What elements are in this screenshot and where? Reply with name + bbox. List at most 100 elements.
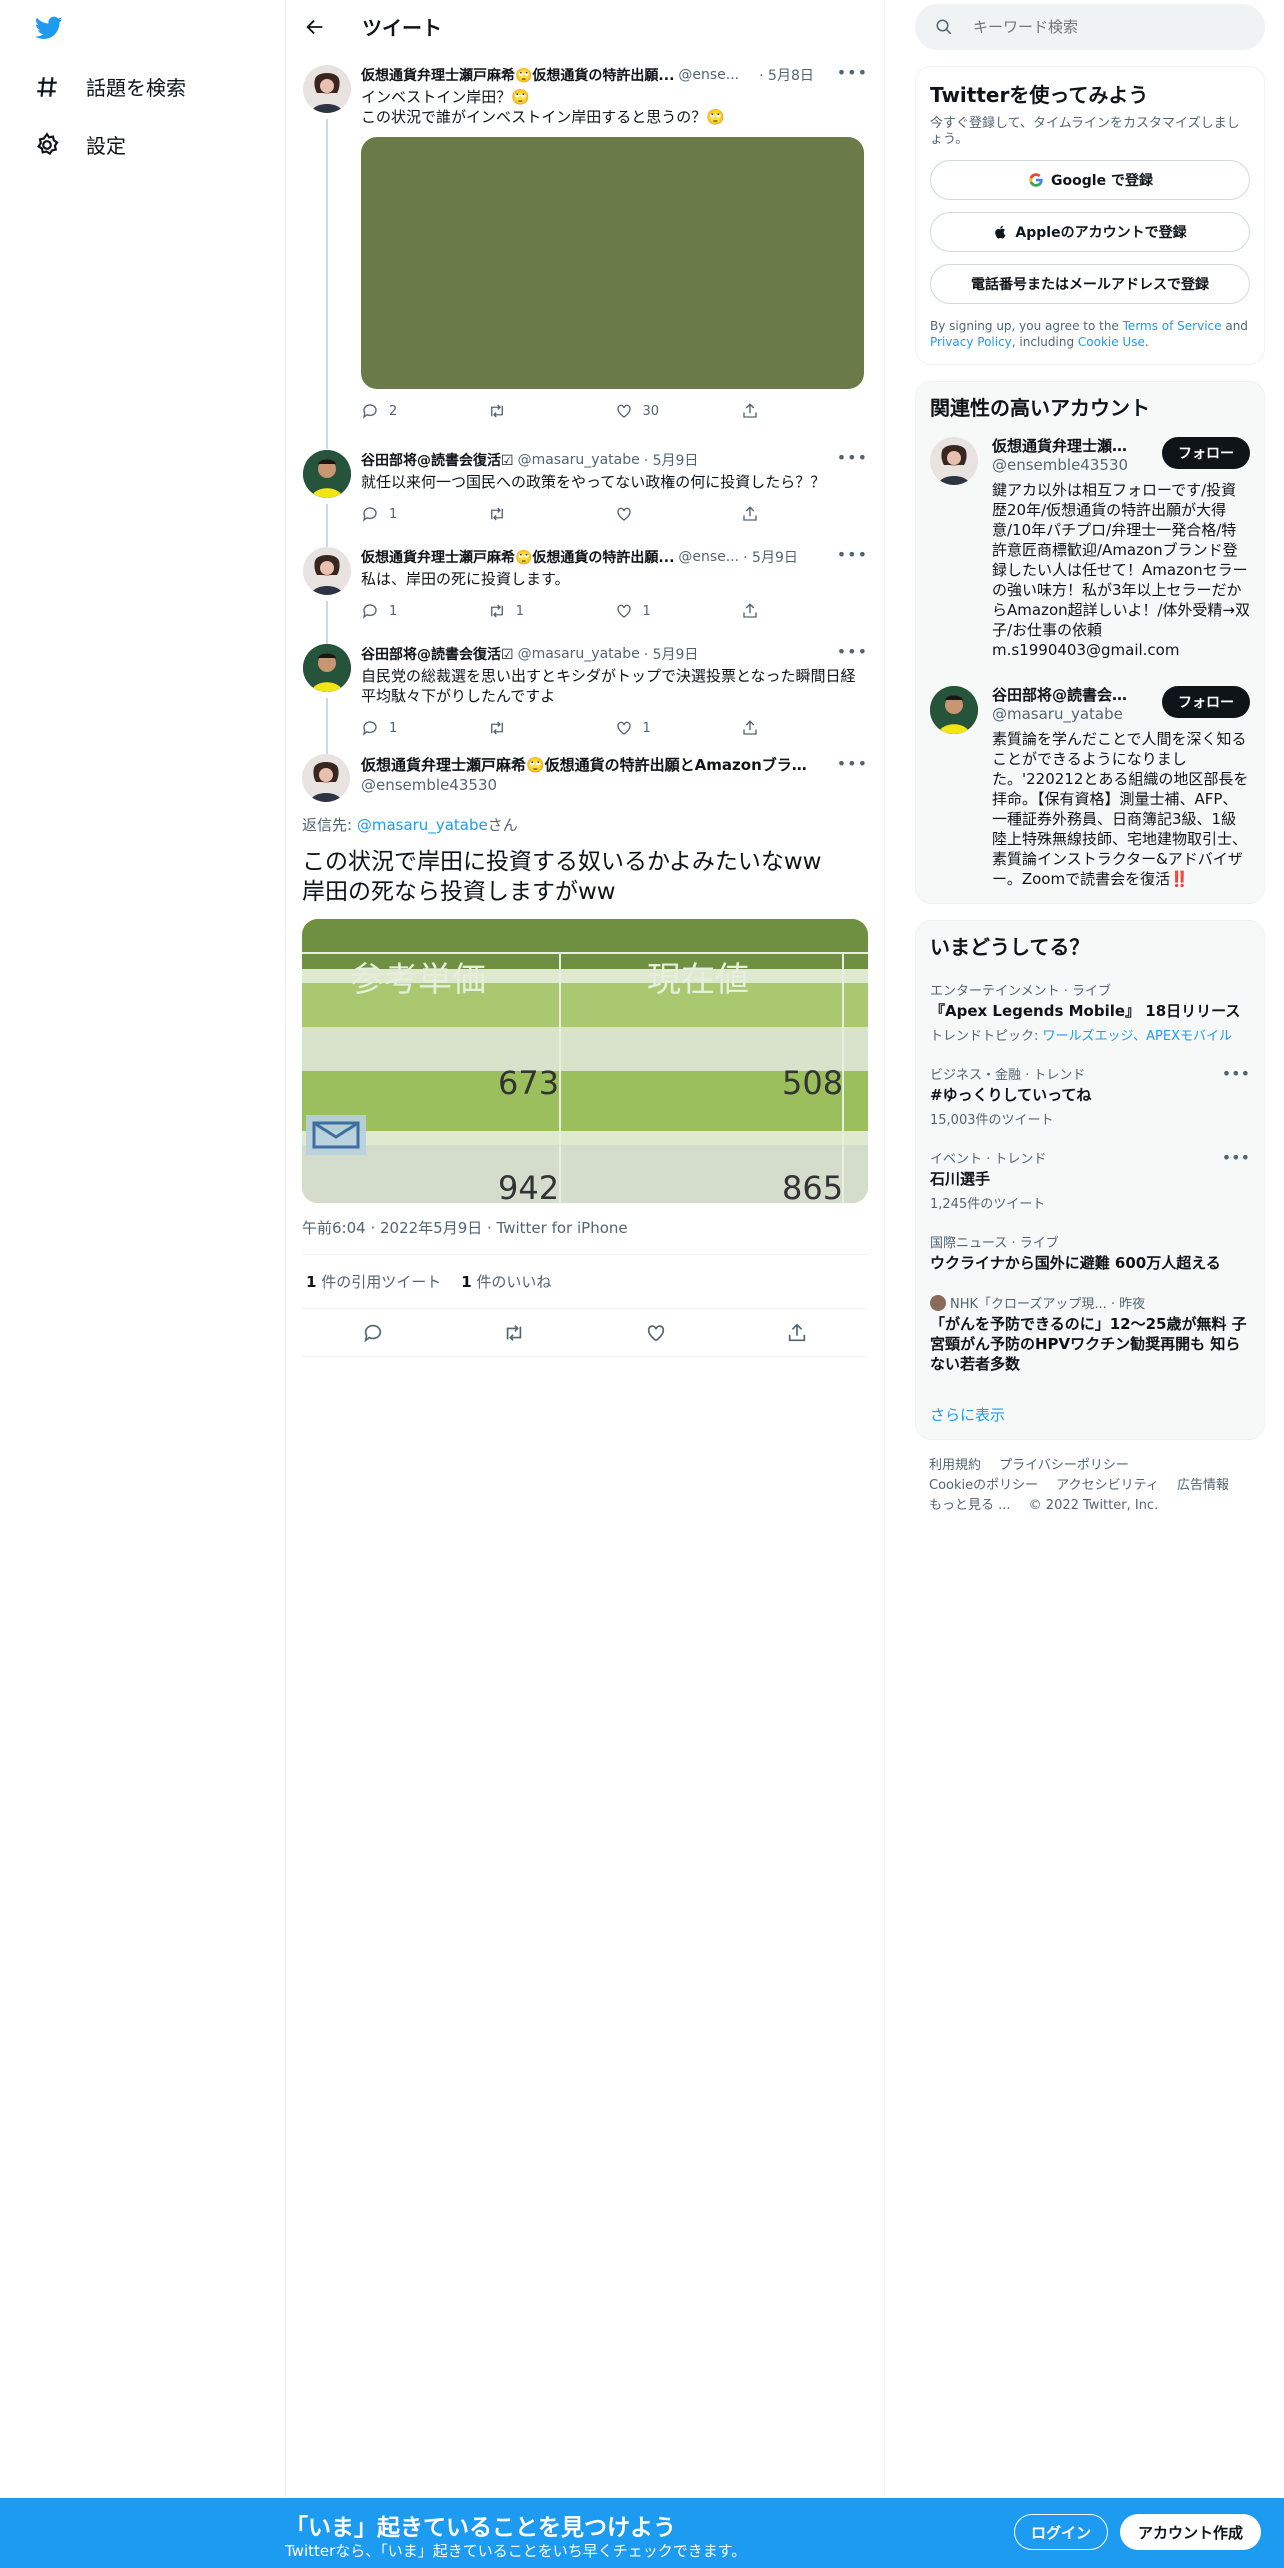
- avatar[interactable]: [302, 754, 350, 802]
- tweet-author-name[interactable]: 谷田部将@読書会復活☑: [361, 450, 514, 470]
- more-icon[interactable]: •••: [1222, 1148, 1250, 1167]
- footer-link[interactable]: Cookieのポリシー: [929, 1478, 1038, 1493]
- avatar[interactable]: [930, 437, 978, 485]
- tweet-actions: 1 1: [361, 712, 868, 744]
- reply-icon[interactable]: [362, 1322, 384, 1344]
- more-icon[interactable]: •••: [837, 754, 868, 773]
- thread-tweet[interactable]: 谷田部将@読書会復活☑ @masaru_yatabe · 5月9日 ••• 就任…: [286, 438, 884, 547]
- search-input[interactable]: [973, 18, 1223, 36]
- footer-link[interactable]: アクセシビリティ: [1056, 1478, 1159, 1493]
- avatar[interactable]: [303, 65, 351, 113]
- privacy-link[interactable]: Privacy Policy: [930, 335, 1012, 349]
- retweet-button[interactable]: [488, 719, 615, 737]
- image-row2-right: 865: [782, 1169, 843, 1203]
- reply-to-link[interactable]: @masaru_yatabe: [357, 816, 488, 834]
- retweet-icon[interactable]: [503, 1322, 525, 1344]
- more-icon[interactable]: •••: [837, 642, 868, 661]
- tweet-date[interactable]: · 5月9日: [743, 547, 798, 567]
- terms-link[interactable]: Terms of Service: [1123, 319, 1222, 333]
- tweet-author-name[interactable]: 仮想通貨弁理士瀬戸麻希🙄仮想通貨の特許出願...: [361, 65, 674, 85]
- heart-icon[interactable]: [645, 1322, 667, 1344]
- like-button[interactable]: [615, 505, 742, 523]
- avatar[interactable]: [303, 547, 351, 595]
- trend-topic-link[interactable]: ワールズエッジ、APEXモバイル: [1043, 1029, 1232, 1044]
- follow-button[interactable]: フォロー: [1162, 686, 1250, 718]
- show-more-link[interactable]: さらに表示: [930, 1404, 1250, 1425]
- thread-tweet[interactable]: 仮想通貨弁理士瀬戸麻希🙄仮想通貨の特許出願... @ense... · 5月8日…: [286, 53, 884, 449]
- trend-category: イベント · トレンド: [930, 1152, 1047, 1167]
- tweet-date[interactable]: · 5月9日: [644, 644, 699, 664]
- tweet-author-name[interactable]: 谷田部将@読書会復活☑: [361, 644, 514, 664]
- copyright: © 2022 Twitter, Inc.: [1028, 1498, 1159, 1513]
- avatar[interactable]: [303, 644, 351, 692]
- avatar[interactable]: [303, 450, 351, 498]
- likes-stat[interactable]: 1 件のいいね: [461, 1271, 551, 1292]
- tweet-author-handle[interactable]: @masaru_yatabe: [518, 452, 640, 468]
- more-icon[interactable]: •••: [837, 545, 868, 564]
- nav-settings[interactable]: 設定: [34, 130, 126, 159]
- back-arrow-icon[interactable]: [304, 16, 326, 38]
- google-signup-button[interactable]: Google で登録: [930, 160, 1250, 200]
- share-icon[interactable]: [786, 1322, 808, 1344]
- reply-button[interactable]: 1: [361, 505, 488, 523]
- follow-suggestion[interactable]: 谷田部将@読書会復... @masaru_yatabe フォロー 素質論を学んだ…: [930, 684, 1250, 899]
- trend-item[interactable]: イベント · トレンド ••• 石川選手 1,245件のツイート: [930, 1148, 1250, 1212]
- share-button[interactable]: [741, 602, 868, 620]
- suggestion-name[interactable]: 仮想通貨弁理士瀬戸...: [992, 435, 1142, 456]
- reply-button[interactable]: 1: [361, 719, 488, 737]
- thread-tweet[interactable]: 仮想通貨弁理士瀬戸麻希🙄仮想通貨の特許出願... @ense... · 5月9日…: [286, 535, 884, 644]
- like-button[interactable]: 1: [615, 719, 742, 737]
- search-box[interactable]: [915, 4, 1265, 50]
- tweet-image[interactable]: 参考単価 現在値 673 508 942 865: [302, 919, 868, 1203]
- share-button[interactable]: [741, 402, 868, 420]
- trend-tweet-count: 15,003件のツイート: [930, 1113, 1054, 1128]
- apple-signup-button[interactable]: Appleのアカウントで登録: [930, 212, 1250, 252]
- retweet-button[interactable]: 1: [488, 602, 615, 620]
- suggestion-name[interactable]: 谷田部将@読書会復...: [992, 684, 1142, 705]
- reply-button[interactable]: 1: [361, 602, 488, 620]
- tweet-meta[interactable]: 午前6:04 · 2022年5月9日 · Twitter for iPhone: [302, 1217, 868, 1255]
- nav-explore[interactable]: 話題を検索: [34, 72, 186, 101]
- footer-link[interactable]: プライバシーポリシー: [999, 1458, 1129, 1473]
- avatar[interactable]: [930, 686, 978, 734]
- thread-tweet[interactable]: 谷田部将@読書会復活☑ @masaru_yatabe · 5月9日 ••• 自民…: [286, 632, 884, 756]
- tweet-date[interactable]: · 5月8日: [759, 65, 814, 85]
- tweet-author-handle[interactable]: @ensemble43530: [361, 776, 497, 794]
- tweet-author-handle[interactable]: @ense...: [678, 549, 739, 565]
- footer-more-link[interactable]: もっと見る ...: [929, 1498, 1011, 1513]
- share-button[interactable]: [741, 505, 868, 523]
- left-nav: 話題を検索 設定: [0, 0, 285, 2568]
- reply-button[interactable]: 2: [361, 402, 488, 420]
- trend-item[interactable]: エンターテインメント · ライブ 『Apex Legends Mobile』 1…: [930, 980, 1250, 1044]
- tweet-author-handle[interactable]: @masaru_yatabe: [518, 646, 640, 662]
- more-icon[interactable]: •••: [837, 63, 868, 82]
- prompt-title: 「いま」起きていることを見つけよう: [285, 2515, 676, 2541]
- signup-button[interactable]: アカウント作成: [1120, 2514, 1262, 2550]
- tweet-author-name[interactable]: 仮想通貨弁理士瀬戸麻希🙄仮想通貨の特許出願...: [361, 547, 674, 567]
- follow-suggestion[interactable]: 仮想通貨弁理士瀬戸... @ensemble43530 フォロー 鍵アカ以外は相…: [930, 435, 1250, 670]
- trend-item[interactable]: NHK「クローズアップ現... · 昨夜 「がんを予防できるのに」12～25歳が…: [930, 1293, 1250, 1374]
- phone-email-signup-button[interactable]: 電話番号またはメールアドレスで登録: [930, 264, 1250, 304]
- more-icon[interactable]: •••: [1222, 1064, 1250, 1083]
- trend-item[interactable]: 国際ニュース · ライブ ウクライナから国外に避難 600万人超える: [930, 1232, 1250, 1273]
- like-button[interactable]: 30: [615, 402, 742, 420]
- like-button[interactable]: 1: [615, 602, 742, 620]
- twitter-logo-icon[interactable]: [33, 14, 65, 42]
- trend-item[interactable]: ビジネス・金融 · トレンド ••• #ゆっくりしていってね 15,003件のツ…: [930, 1064, 1250, 1128]
- footer-link[interactable]: 利用規約: [929, 1458, 981, 1473]
- login-button[interactable]: ログイン: [1014, 2514, 1109, 2550]
- tweet-author-handle[interactable]: @ense...: [678, 67, 739, 83]
- cookie-link[interactable]: Cookie Use: [1078, 335, 1145, 349]
- trend-category: 国際ニュース · ライブ: [930, 1236, 1059, 1251]
- tweet-date[interactable]: · 5月9日: [644, 450, 699, 470]
- retweet-button[interactable]: [488, 505, 615, 523]
- quote-tweets-stat[interactable]: 1 件の引用ツイート: [306, 1271, 441, 1292]
- footer-link[interactable]: 広告情報: [1177, 1478, 1229, 1493]
- quote-label: 件の引用ツイート: [316, 1273, 442, 1291]
- tweet-media[interactable]: [361, 137, 864, 389]
- share-button[interactable]: [741, 719, 868, 737]
- follow-button[interactable]: フォロー: [1162, 437, 1250, 469]
- retweet-button[interactable]: [488, 402, 615, 420]
- more-icon[interactable]: •••: [837, 448, 868, 467]
- tweet-author-name[interactable]: 仮想通貨弁理士瀬戸麻希🙄仮想通貨の特許出願とAmazonブランド...: [361, 754, 821, 775]
